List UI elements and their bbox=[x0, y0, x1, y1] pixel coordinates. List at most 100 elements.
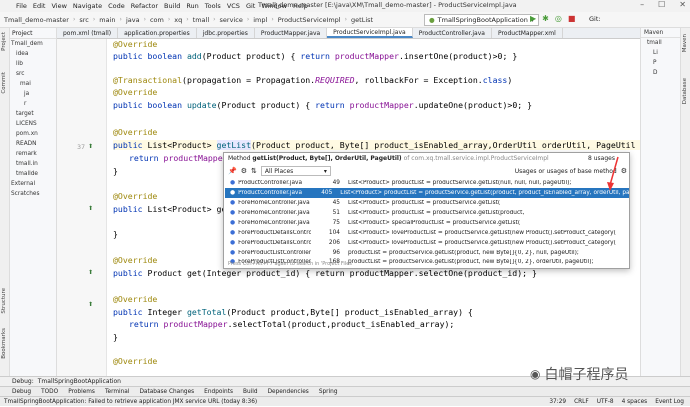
run-toolbar: ▶ ✱ ◎ ■ bbox=[530, 14, 575, 23]
usage-row-selected[interactable]: ● ProductController.java 405 List<Product> … bbox=[225, 188, 629, 198]
tab-application-properties[interactable]: application.properties bbox=[118, 28, 197, 38]
tree-node[interactable]: tmall.in bbox=[10, 159, 56, 169]
coverage-icon[interactable]: ◎ bbox=[555, 14, 562, 23]
menu-build[interactable]: Build bbox=[164, 2, 180, 10]
bottom-tab-dependencies[interactable]: Dependencies bbox=[268, 389, 309, 395]
tree-node[interactable]: External bbox=[10, 179, 56, 189]
tree-node[interactable]: idea bbox=[10, 49, 56, 59]
scope-select[interactable]: All Places ▾ bbox=[260, 166, 331, 176]
menu-tools[interactable]: Tools bbox=[205, 2, 221, 10]
bottom-tab-spring[interactable]: Spring bbox=[319, 389, 338, 395]
crumb-xq[interactable]: xq bbox=[174, 16, 182, 24]
crumb-service[interactable]: service bbox=[220, 16, 243, 24]
override-icon[interactable]: ⬆ bbox=[88, 301, 93, 308]
maven-item[interactable]: D bbox=[641, 68, 680, 78]
tree-node[interactable]: pom.xn bbox=[10, 129, 56, 139]
bottom-tab-todo[interactable]: TODO bbox=[41, 389, 58, 395]
usage-row[interactable]: ●ForeProductDetailsController.java104Lis… bbox=[225, 228, 629, 238]
window-controls: – ☐ ✕ bbox=[640, 0, 686, 9]
filter-icon[interactable]: ⚙ bbox=[241, 167, 247, 175]
menu-code[interactable]: Code bbox=[108, 2, 125, 10]
usage-row[interactable]: ●ForeProductDetailsController.java206Lis… bbox=[225, 238, 629, 248]
tree-node[interactable]: target bbox=[10, 109, 56, 119]
crumb-tmall[interactable]: tmall bbox=[193, 16, 209, 24]
close-icon[interactable]: ✕ bbox=[679, 0, 686, 9]
tree-node[interactable]: READN bbox=[10, 139, 56, 149]
tree-node[interactable]: remark bbox=[10, 149, 56, 159]
override-icon[interactable]: ⬆ bbox=[88, 143, 93, 150]
usage-row[interactable]: ● ForeHomeController.java 75 List<Product> … bbox=[225, 218, 629, 228]
bottom-tab-problems[interactable]: Problems bbox=[68, 389, 95, 395]
commit-tool-tab[interactable]: Commit bbox=[1, 72, 7, 94]
git-label[interactable]: Git: bbox=[589, 15, 601, 23]
usage-row[interactable]: ● ProductController.java 49 List<Product> p… bbox=[225, 178, 629, 188]
crumb-com[interactable]: com bbox=[150, 16, 164, 24]
bookmarks-tool-tab[interactable]: Bookmarks bbox=[1, 328, 7, 359]
bottom-tab-database-changes[interactable]: Database Changes bbox=[139, 389, 194, 395]
stop-icon[interactable]: ■ bbox=[568, 14, 576, 23]
crumb-src[interactable]: src bbox=[79, 16, 89, 24]
tree-node[interactable]: lib bbox=[10, 59, 56, 69]
bottom-tab-debug[interactable]: Debug bbox=[12, 389, 31, 395]
crumb-method[interactable]: getList bbox=[351, 16, 373, 24]
database-tool-tab[interactable]: Database bbox=[682, 78, 688, 104]
tab-product-service-impl[interactable]: ProductServiceImpl.java bbox=[327, 28, 413, 38]
tab-label: ProductMapper.xml bbox=[497, 29, 556, 37]
debug-config-tab[interactable]: TmallSpringBootApplication bbox=[38, 378, 121, 385]
tab-product-mapper[interactable]: ProductMapper.java bbox=[255, 28, 328, 38]
usage-row[interactable]: ●ForeProductListController.java96product… bbox=[225, 248, 629, 258]
run-icon[interactable]: ▶ bbox=[530, 14, 536, 23]
tree-node[interactable]: r bbox=[10, 99, 56, 109]
tree-node[interactable]: Tmall_dem bbox=[10, 39, 56, 49]
crumb-java[interactable]: java bbox=[126, 16, 140, 24]
override-icon[interactable]: ⬆ bbox=[88, 269, 93, 276]
structure-tool-tab[interactable]: Structure bbox=[1, 288, 7, 314]
status-message[interactable]: TmallSpringBootApplication: Failed to re… bbox=[4, 399, 257, 405]
import-icon[interactable]: ⇅ bbox=[251, 167, 257, 175]
file-encoding[interactable]: UTF-8 bbox=[597, 399, 614, 405]
usage-row[interactable]: ● ForeHomeController.java 51 List<Product> … bbox=[225, 208, 629, 218]
line-separator[interactable]: CRLF bbox=[574, 399, 589, 405]
caret-position[interactable]: 37:29 bbox=[549, 399, 566, 405]
menu-edit[interactable]: Edit bbox=[33, 2, 46, 10]
maven-item[interactable]: P bbox=[641, 58, 680, 68]
bottom-tab-endpoints[interactable]: Endpoints bbox=[204, 389, 233, 395]
maven-tool-tab[interactable]: Maven bbox=[682, 34, 688, 52]
tab-product-controller[interactable]: ProductController.java bbox=[413, 28, 492, 38]
maven-item[interactable]: tmall bbox=[641, 38, 680, 48]
menu-run[interactable]: Run bbox=[186, 2, 198, 10]
crumb-class[interactable]: ProductServiceImpl bbox=[278, 16, 341, 24]
crumb-main[interactable]: main bbox=[99, 16, 115, 24]
tree-node[interactable]: mai bbox=[10, 79, 56, 89]
tab-product-mapper-xml[interactable]: ProductMapper.xml bbox=[492, 28, 563, 38]
crumb-impl[interactable]: impl bbox=[253, 16, 267, 24]
event-log[interactable]: Event Log bbox=[655, 399, 684, 405]
pin-icon[interactable]: 📌 bbox=[228, 167, 237, 175]
maximize-icon[interactable]: ☐ bbox=[658, 0, 665, 9]
menu-file[interactable]: File bbox=[16, 2, 27, 10]
bottom-tab-build[interactable]: Build bbox=[243, 389, 258, 395]
override-icon[interactable]: ⬆ bbox=[88, 205, 93, 212]
tree-node[interactable]: ja bbox=[10, 89, 56, 99]
settings-icon[interactable]: ⚙ bbox=[621, 167, 627, 175]
menu-navigate[interactable]: Navigate bbox=[73, 2, 102, 10]
menu-view[interactable]: View bbox=[51, 2, 66, 10]
tab-pom[interactable]: pom.xml (tmall) bbox=[57, 28, 119, 38]
tree-node[interactable]: src bbox=[10, 69, 56, 79]
usage-row[interactable]: ● ForeHomeController.java 45 List<Product> … bbox=[225, 198, 629, 208]
tree-node[interactable]: tmallde bbox=[10, 169, 56, 179]
tree-node[interactable]: LICENS bbox=[10, 119, 56, 129]
maven-item[interactable]: Li bbox=[641, 48, 680, 58]
menu-vcs[interactable]: VCS bbox=[227, 2, 240, 10]
tree-node[interactable]: Scratches bbox=[10, 189, 56, 199]
menu-refactor[interactable]: Refactor bbox=[131, 2, 158, 10]
bottom-tab-terminal[interactable]: Terminal bbox=[105, 389, 130, 395]
debug-icon[interactable]: ✱ bbox=[542, 14, 549, 23]
indent-setting[interactable]: 4 spaces bbox=[622, 399, 648, 405]
project-tool-tab[interactable]: Project bbox=[1, 32, 7, 51]
crumb-project[interactable]: Tmall_demo-master bbox=[4, 16, 69, 24]
menu-git[interactable]: Git bbox=[246, 2, 255, 10]
run-config-select[interactable]: ● TmallSpringBootApplication ▾ bbox=[424, 14, 540, 26]
minimize-icon[interactable]: – bbox=[640, 0, 644, 9]
tab-jdbc-properties[interactable]: jdbc.properties bbox=[197, 28, 255, 38]
